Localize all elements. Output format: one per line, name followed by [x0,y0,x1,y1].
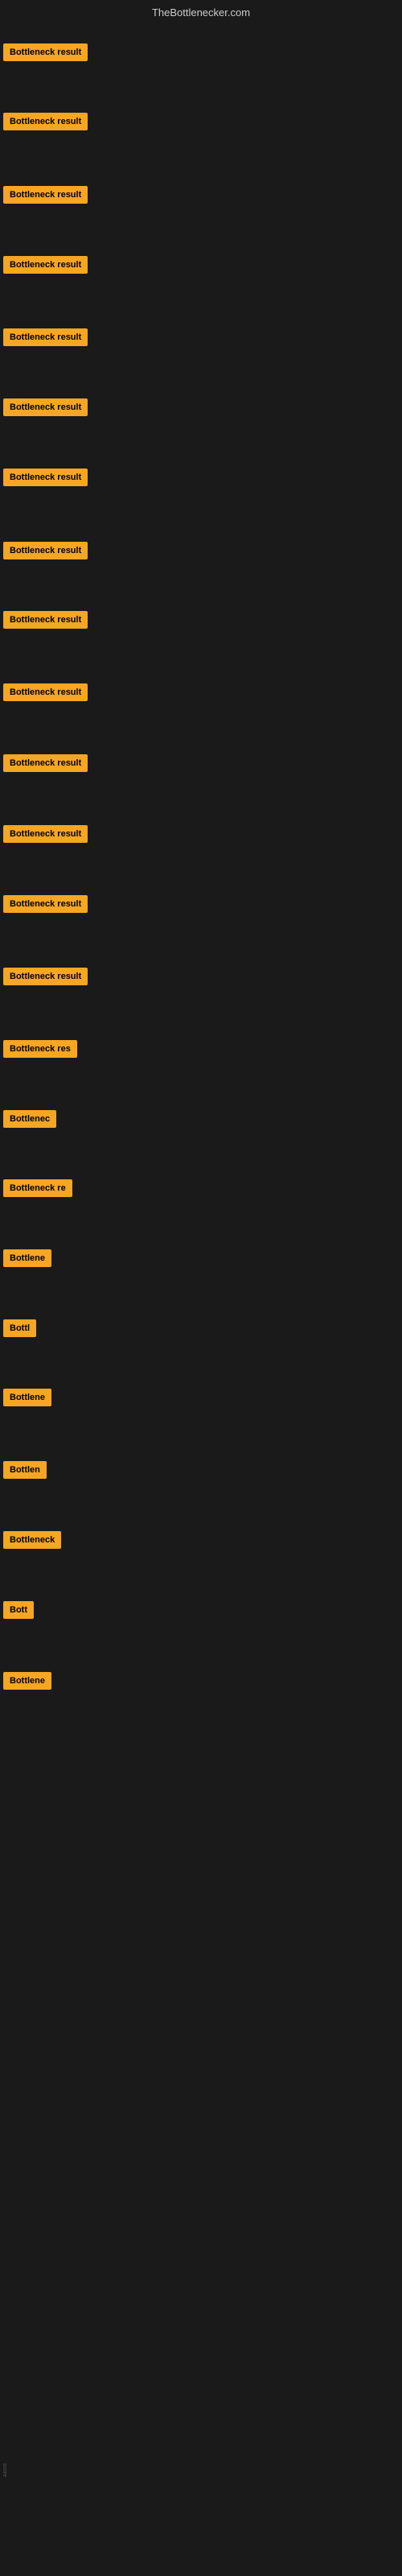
bottleneck-item: Bottl [3,1319,36,1337]
site-title: TheBottlenecker.com [152,6,250,19]
bottleneck-item: Bottleneck result [3,328,88,346]
bottleneck-item: Bottlene [3,1672,51,1690]
bottleneck-item: Bottleneck result [3,398,88,416]
bottleneck-item: Bottleneck res [3,1040,77,1058]
site-header: TheBottlenecker.com [0,0,402,22]
bottleneck-item: Bottlenec [3,1110,56,1128]
bottleneck-item: Bottlen [3,1461,47,1479]
bottleneck-item: Bottleneck re [3,1179,72,1197]
bottleneck-item: Bottleneck result [3,113,88,130]
bottleneck-item: Bott [3,1601,34,1619]
bottleneck-item: Bottleneck result [3,754,88,772]
bottleneck-item: Bottleneck result [3,542,88,559]
bottleneck-item: Bottleneck result [3,186,88,204]
bottleneck-item: Bottleneck result [3,968,88,985]
bottleneck-item: Bottleneck result [3,256,88,274]
bottleneck-item: Bottleneck result [3,895,88,913]
bottleneck-item: Bottlene [3,1389,51,1406]
bottleneck-item: Bottlene [3,1249,51,1267]
bottleneck-item: Bottleneck result [3,825,88,843]
bottleneck-item: Bottleneck result [3,469,88,486]
bottleneck-item: Bottleneck [3,1531,61,1549]
bottleneck-item: Bottleneck result [3,611,88,629]
bottleneck-item: Bottleneck result [3,43,88,61]
bottom-score-label: score [2,2463,7,2477]
bottleneck-item: Bottleneck result [3,683,88,701]
